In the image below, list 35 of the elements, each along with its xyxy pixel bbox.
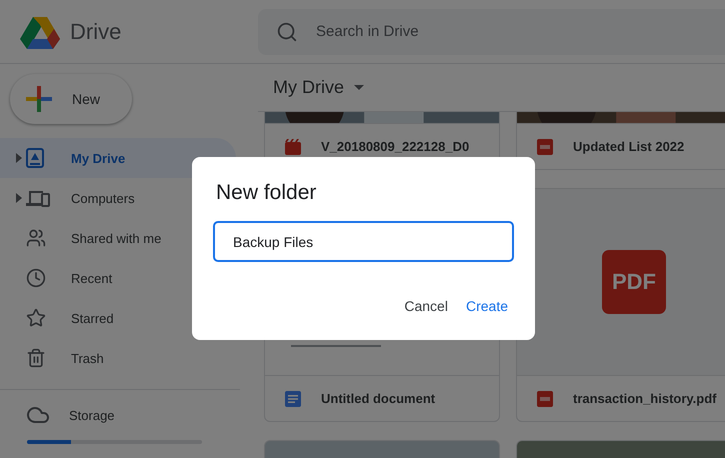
dropdown-icon[interactable] xyxy=(354,85,364,90)
pdf-thumbnail: PDF xyxy=(602,250,666,314)
video-file-icon xyxy=(285,138,301,155)
trash-icon xyxy=(26,348,46,368)
sidebar-item[interactable]: Trash xyxy=(0,338,236,378)
caret-icon xyxy=(16,153,22,163)
people-icon xyxy=(26,228,46,248)
file-name: V_20180809_222128_D0 xyxy=(321,139,470,154)
pdf-file-icon xyxy=(537,390,553,407)
file-name: transaction_history.pdf xyxy=(573,391,717,406)
app-name: Drive xyxy=(70,18,122,44)
computers-icon xyxy=(26,189,50,207)
new-button[interactable]: New xyxy=(10,74,132,124)
file-name: Updated List 2022 xyxy=(573,139,684,154)
file-card[interactable]: Updated List 2022 xyxy=(516,112,725,170)
file-name: Untitled document xyxy=(321,391,436,406)
plus-icon xyxy=(26,86,52,112)
pdf-file-icon xyxy=(537,138,553,155)
drive-icon xyxy=(26,148,44,168)
search-field[interactable]: Search in Drive xyxy=(258,8,725,54)
folder-title[interactable]: My Drive xyxy=(273,77,344,98)
caret-icon xyxy=(16,193,22,203)
file-card[interactable]: PDF transaction_history.pdf xyxy=(516,188,725,422)
folder-name-field[interactable]: Backup Files xyxy=(213,221,514,262)
clock-icon xyxy=(26,268,46,288)
create-button[interactable]: Create xyxy=(460,290,514,322)
search-icon xyxy=(276,20,298,42)
star-icon xyxy=(26,308,46,328)
dialog-title: New folder xyxy=(216,181,318,205)
storage-label: Storage xyxy=(69,408,115,422)
cancel-button[interactable]: Cancel xyxy=(398,290,454,322)
sidebar-item[interactable]: Starred xyxy=(0,298,236,338)
sidebar-item[interactable]: My Drive xyxy=(0,138,236,178)
drive-logo xyxy=(20,14,60,48)
document-icon xyxy=(285,390,301,407)
